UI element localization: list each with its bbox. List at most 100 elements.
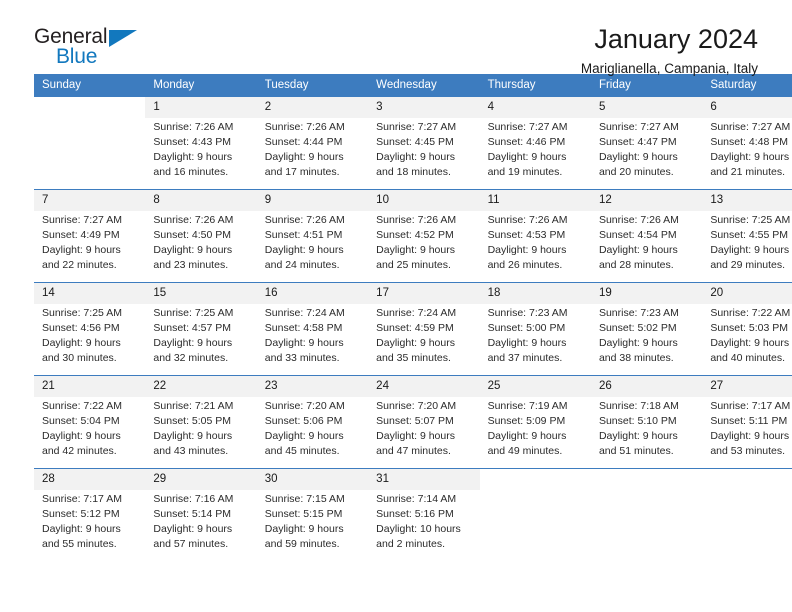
day-number[interactable]: 18 [479,282,591,304]
day-number[interactable]: 7 [34,189,146,211]
day-number-empty [479,468,591,490]
day-number[interactable]: 31 [368,468,480,490]
sunset-text: Sunset: 4:57 PM [153,321,232,334]
sunset-text: Sunset: 4:50 PM [153,228,232,241]
day-number[interactable]: 14 [34,282,146,304]
day-cell[interactable]: Sunrise: 7:27 AM Sunset: 4:48 PM Daylight:… [702,118,792,190]
sunrise-text: Sunrise: 7:27 AM [598,121,679,133]
day-number[interactable]: 21 [34,375,146,397]
daylight-text-line1: Daylight: 9 hours [42,336,121,349]
day-cell[interactable]: Sunrise: 7:25 AM Sunset: 4:57 PM Daylight:… [145,304,257,376]
daylight-text-line1: Daylight: 9 hours [376,429,455,442]
day-number[interactable]: 29 [145,468,257,490]
daylight-text-line1: Daylight: 9 hours [487,429,567,442]
day-number[interactable]: 13 [702,189,792,211]
day-cell[interactable]: Sunrise: 7:16 AM Sunset: 5:14 PM Daylight:… [145,490,257,561]
day-cell[interactable]: Sunrise: 7:24 AM Sunset: 4:58 PM Daylight:… [256,304,369,376]
day-cell[interactable]: Sunrise: 7:27 AM Sunset: 4:47 PM Daylight:… [590,118,703,190]
day-number[interactable]: 3 [368,97,480,118]
day-cell[interactable]: Sunrise: 7:18 AM Sunset: 5:10 PM Daylight:… [590,397,703,469]
daylight-text-line2: and 19 minutes. [487,165,563,178]
day-number[interactable]: 19 [590,282,703,304]
day-cell[interactable]: Sunrise: 7:26 AM Sunset: 4:54 PM Daylight:… [590,211,703,283]
sunset-text: Sunset: 4:58 PM [264,321,343,334]
day-number[interactable]: 10 [368,189,480,211]
daylight-text-line2: and 43 minutes. [153,444,229,457]
day-number[interactable]: 27 [702,375,792,397]
day-number[interactable]: 11 [479,189,591,211]
day-cell[interactable]: Sunrise: 7:20 AM Sunset: 5:07 PM Daylight:… [368,397,480,469]
day-cell[interactable]: Sunrise: 7:27 AM Sunset: 4:46 PM Daylight:… [479,118,591,190]
day-cell[interactable]: Sunrise: 7:17 AM Sunset: 5:12 PM Daylight:… [34,490,146,561]
day-number[interactable]: 24 [368,375,480,397]
day-cell[interactable]: Sunrise: 7:25 AM Sunset: 4:56 PM Daylight:… [34,304,146,376]
day-cell[interactable]: Sunrise: 7:17 AM Sunset: 5:11 PM Daylight:… [702,397,792,469]
daylight-text-line1: Daylight: 9 hours [487,243,567,256]
sunset-text: Sunset: 5:12 PM [42,507,120,520]
sunset-text: Sunset: 5:02 PM [598,321,677,334]
day-cell[interactable]: Sunrise: 7:14 AM Sunset: 5:16 PM Daylight:… [368,490,480,561]
day-cell[interactable]: Sunrise: 7:26 AM Sunset: 4:53 PM Daylight:… [479,211,591,283]
day-number[interactable]: 12 [590,189,703,211]
weekday-header-saturday: Saturday [702,74,792,97]
sunset-text: Sunset: 5:16 PM [376,507,454,520]
sunrise-text: Sunrise: 7:20 AM [264,400,345,412]
day-number[interactable]: 16 [256,282,369,304]
daylight-text-line2: and 30 minutes. [42,351,117,364]
day-cell[interactable]: Sunrise: 7:27 AM Sunset: 4:45 PM Daylight:… [368,118,480,190]
day-cell[interactable]: Sunrise: 7:22 AM Sunset: 5:03 PM Daylight:… [702,304,792,376]
daylight-text-line2: and 16 minutes. [153,165,229,178]
day-cell[interactable]: Sunrise: 7:24 AM Sunset: 4:59 PM Daylight:… [368,304,480,376]
day-number[interactable]: 9 [256,189,369,211]
sunrise-text: Sunrise: 7:23 AM [487,307,568,319]
day-number[interactable]: 2 [256,97,369,118]
day-number[interactable]: 15 [145,282,257,304]
day-number-empty [702,468,792,490]
day-number[interactable]: 20 [702,282,792,304]
day-number[interactable]: 26 [590,375,703,397]
day-number[interactable]: 17 [368,282,480,304]
daylight-text-line1: Daylight: 9 hours [487,150,567,163]
day-cell[interactable]: Sunrise: 7:19 AM Sunset: 5:09 PM Daylight:… [479,397,591,469]
sunset-text: Sunset: 5:10 PM [598,414,677,427]
day-cell[interactable]: Sunrise: 7:26 AM Sunset: 4:43 PM Daylight:… [145,118,257,190]
sunset-text: Sunset: 4:46 PM [487,135,566,148]
daylight-text-line2: and 20 minutes. [598,165,674,178]
daylight-text-line1: Daylight: 9 hours [153,150,233,163]
day-cell[interactable]: Sunrise: 7:26 AM Sunset: 4:51 PM Daylight:… [256,211,369,283]
day-cell[interactable]: Sunrise: 7:26 AM Sunset: 4:52 PM Daylight:… [368,211,480,283]
daylight-text-line1: Daylight: 9 hours [376,243,455,256]
day-number[interactable]: 25 [479,375,591,397]
week-info-row: Sunrise: 7:26 AM Sunset: 4:43 PM Daylight:… [34,118,792,190]
day-number[interactable]: 5 [590,97,703,118]
sunrise-text: Sunrise: 7:27 AM [42,214,122,226]
day-cell[interactable]: Sunrise: 7:21 AM Sunset: 5:05 PM Daylight:… [145,397,257,469]
day-number[interactable]: 23 [256,375,369,397]
day-number[interactable]: 1 [145,97,257,118]
day-number[interactable]: 6 [702,97,792,118]
sunrise-text: Sunrise: 7:27 AM [710,121,791,133]
daylight-text-line2: and 51 minutes. [598,444,674,457]
general-blue-logo[interactable]: General Blue [34,24,144,72]
sunset-text: Sunset: 4:45 PM [376,135,454,148]
day-cell[interactable]: Sunrise: 7:22 AM Sunset: 5:04 PM Daylight:… [34,397,146,469]
week-info-row: Sunrise: 7:22 AM Sunset: 5:04 PM Daylight:… [34,397,792,469]
day-number-empty [590,468,703,490]
day-number[interactable]: 30 [256,468,369,490]
day-cell[interactable]: Sunrise: 7:25 AM Sunset: 4:55 PM Daylight:… [702,211,792,283]
day-cell[interactable]: Sunrise: 7:15 AM Sunset: 5:15 PM Daylight:… [256,490,369,561]
day-number[interactable]: 4 [479,97,591,118]
day-cell[interactable]: Sunrise: 7:26 AM Sunset: 4:50 PM Daylight:… [145,211,257,283]
day-cell[interactable]: Sunrise: 7:26 AM Sunset: 4:44 PM Daylight:… [256,118,369,190]
day-cell[interactable]: Sunrise: 7:20 AM Sunset: 5:06 PM Daylight:… [256,397,369,469]
day-number[interactable]: 8 [145,189,257,211]
daylight-text-line2: and 21 minutes. [710,165,786,178]
day-number[interactable]: 22 [145,375,257,397]
day-number[interactable]: 28 [34,468,146,490]
sunset-text: Sunset: 4:59 PM [376,321,454,334]
week-info-row: Sunrise: 7:27 AM Sunset: 4:49 PM Daylight:… [34,211,792,283]
day-cell[interactable]: Sunrise: 7:23 AM Sunset: 5:02 PM Daylight:… [590,304,703,376]
day-cell[interactable]: Sunrise: 7:23 AM Sunset: 5:00 PM Daylight:… [479,304,591,376]
daylight-text-line2: and 37 minutes. [487,351,563,364]
day-cell[interactable]: Sunrise: 7:27 AM Sunset: 4:49 PM Daylight:… [34,211,146,283]
